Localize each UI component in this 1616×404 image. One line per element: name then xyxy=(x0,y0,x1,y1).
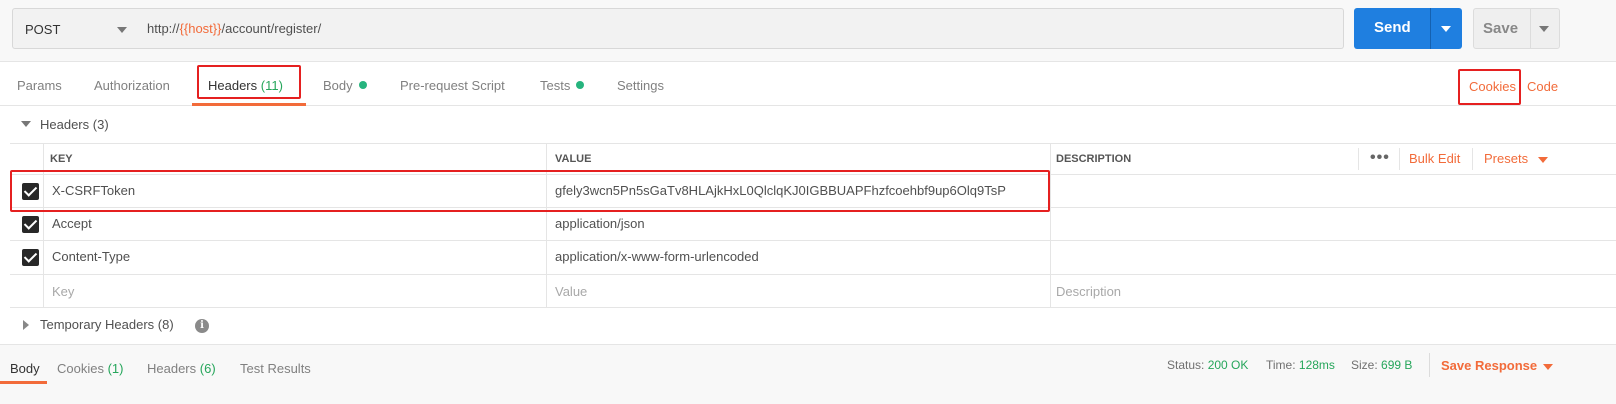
response-status: Status: 200 OK xyxy=(1167,358,1248,372)
chevron-down-icon[interactable] xyxy=(1539,26,1549,32)
save-response-button[interactable]: Save Response xyxy=(1441,358,1537,373)
checkbox[interactable] xyxy=(22,216,39,233)
response-bar: Body Cookies (1) Headers (6) Test Result… xyxy=(0,344,1616,404)
response-tab-cookies[interactable]: Cookies (1) xyxy=(57,361,123,376)
highlight-box-cookies xyxy=(1458,69,1521,105)
method-label: POST xyxy=(25,22,61,37)
active-tab-indicator xyxy=(0,381,47,384)
url-text: http://{{host}}/account/register/ xyxy=(147,21,321,36)
save-button[interactable]: Save xyxy=(1473,8,1560,49)
active-tab-indicator xyxy=(192,103,306,106)
tab-prerequest-script[interactable]: Pre-request Script xyxy=(400,78,505,93)
divider xyxy=(43,144,44,308)
url-path: /account/register/ xyxy=(221,21,322,36)
tab-params[interactable]: Params xyxy=(17,78,62,93)
divider xyxy=(1399,148,1400,170)
bulk-edit-link[interactable]: Bulk Edit xyxy=(1409,151,1460,166)
headers-table: KEY VALUE DESCRIPTION ••• Bulk Edit Pres… xyxy=(10,143,1616,308)
size-value: 699 B xyxy=(1381,358,1413,372)
headers-section-label: Headers xyxy=(40,117,90,132)
response-tab-cookies-count: (1) xyxy=(107,361,124,376)
column-key: KEY xyxy=(50,153,73,165)
tab-authorization[interactable]: Authorization xyxy=(94,78,170,93)
time-label: Time: xyxy=(1266,358,1296,372)
divider xyxy=(1050,144,1051,308)
url-input[interactable]: http://{{host}}/account/register/ xyxy=(137,8,1344,49)
status-label: Status: xyxy=(1167,358,1205,372)
response-tab-test-results[interactable]: Test Results xyxy=(240,361,311,376)
response-tab-body[interactable]: Body xyxy=(10,361,40,376)
headers-section-count: (3) xyxy=(92,117,109,132)
response-time: Time: 128ms xyxy=(1266,358,1335,372)
divider xyxy=(1358,148,1359,170)
chevron-down-icon xyxy=(117,27,127,33)
highlight-box-headers-tab xyxy=(197,65,301,99)
header-value[interactable]: application/json xyxy=(555,216,645,231)
save-label: Save xyxy=(1483,20,1519,37)
chevron-down-icon[interactable] xyxy=(1538,157,1548,163)
description-placeholder[interactable]: Description xyxy=(1056,284,1121,299)
more-options-icon[interactable]: ••• xyxy=(1370,149,1390,167)
value-placeholder[interactable]: Value xyxy=(555,284,587,299)
send-button[interactable]: Send xyxy=(1354,8,1462,49)
tab-body[interactable]: Body xyxy=(323,78,367,93)
temporary-headers-title[interactable]: Temporary Headers (8) xyxy=(40,317,174,332)
status-value: 200 OK xyxy=(1207,358,1249,372)
tab-settings[interactable]: Settings xyxy=(617,78,664,93)
request-bar: POST http://{{host}}/account/register/ S… xyxy=(0,0,1616,62)
request-tabs: Params Authorization Headers (11) Body P… xyxy=(0,63,1616,106)
url-prefix: http:// xyxy=(147,21,180,36)
save-divider xyxy=(1530,9,1531,48)
table-row-new: Key Value Description xyxy=(10,275,1616,308)
tab-tests[interactable]: Tests xyxy=(540,78,585,93)
url-variable: {{host}} xyxy=(179,21,222,36)
header-key[interactable]: Accept xyxy=(52,216,92,231)
tab-body-label: Body xyxy=(323,78,353,93)
expand-caret-icon[interactable] xyxy=(23,320,29,330)
response-tab-cookies-label: Cookies xyxy=(57,361,104,376)
response-tab-headers-count: (6) xyxy=(199,361,216,376)
send-divider xyxy=(1430,8,1431,49)
response-size: Size: 699 B xyxy=(1351,358,1412,372)
key-placeholder[interactable]: Key xyxy=(52,284,74,299)
status-dot-icon xyxy=(358,81,367,89)
send-label: Send xyxy=(1374,19,1411,36)
divider xyxy=(546,144,547,308)
column-description: DESCRIPTION xyxy=(1056,153,1132,165)
table-row: Content-Type application/x-www-form-urle… xyxy=(10,241,1616,275)
collapse-caret-icon[interactable] xyxy=(21,121,31,127)
chevron-down-icon[interactable] xyxy=(1441,26,1451,32)
status-dot-icon xyxy=(576,81,585,89)
presets-dropdown[interactable]: Presets xyxy=(1484,151,1528,166)
info-icon[interactable]: i xyxy=(195,319,209,333)
time-value: 128ms xyxy=(1298,358,1335,372)
chevron-down-icon[interactable] xyxy=(1543,364,1553,370)
divider xyxy=(1472,148,1473,170)
highlight-box-csrf-row xyxy=(10,170,1050,212)
code-link[interactable]: Code xyxy=(1527,79,1558,94)
tab-tests-label: Tests xyxy=(540,78,571,93)
size-label: Size: xyxy=(1351,358,1378,372)
temporary-headers-label: Temporary Headers xyxy=(40,317,155,332)
divider xyxy=(1429,353,1430,377)
temporary-headers-count: (8) xyxy=(157,317,174,332)
checkbox[interactable] xyxy=(22,249,39,266)
headers-section-title[interactable]: Headers (3) xyxy=(40,117,109,132)
method-select[interactable]: POST xyxy=(12,8,138,49)
response-tab-headers-label: Headers xyxy=(147,361,197,376)
header-key[interactable]: Content-Type xyxy=(52,249,130,264)
response-tab-headers[interactable]: Headers (6) xyxy=(147,361,216,376)
table-row: Accept application/json xyxy=(10,208,1616,241)
column-value: VALUE xyxy=(555,153,592,165)
header-value[interactable]: application/x-www-form-urlencoded xyxy=(555,249,759,264)
